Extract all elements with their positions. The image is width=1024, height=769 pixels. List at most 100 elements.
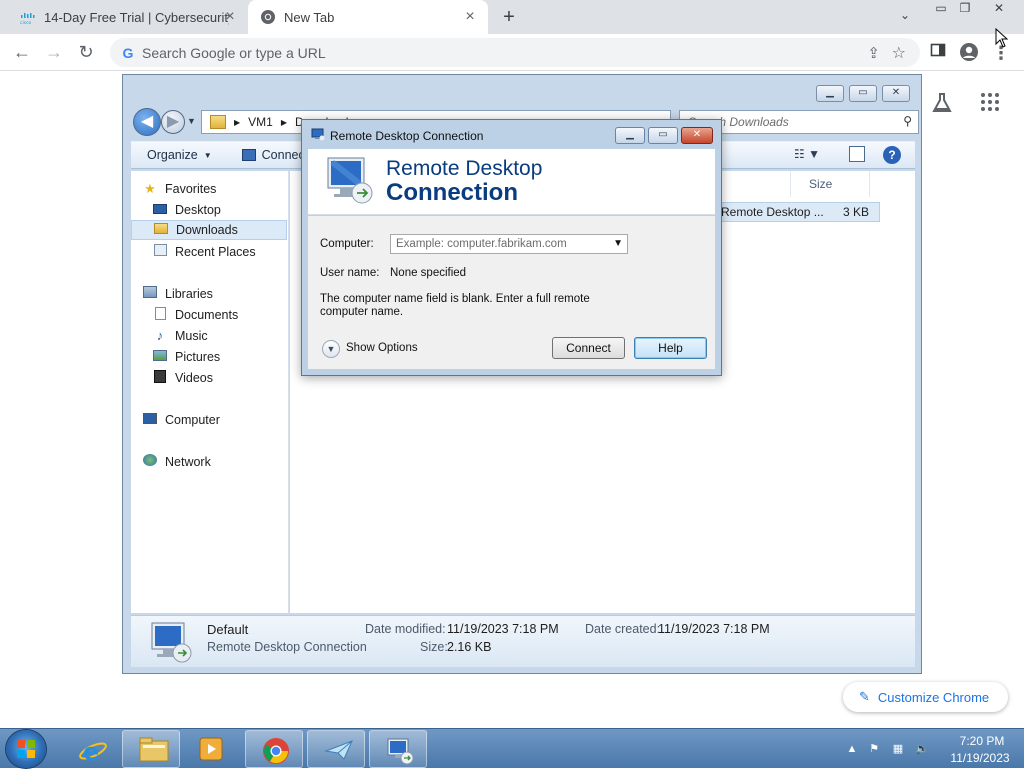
details-pane: Default Remote Desktop Connection Date m… [131,615,915,667]
browser-toolbar: ← → ↻ G Search Google or type a URL ⇪ ☆ … [0,34,1024,71]
svg-text:cisco: cisco [20,20,32,25]
reload-icon[interactable]: ↻ [74,41,98,65]
username-label: User name: [320,267,380,279]
videos-filmstrip-icon [151,370,169,386]
back-arrow-icon[interactable]: ◀ [133,108,161,136]
restore-icon[interactable]: ❐ [950,0,980,18]
minimize-icon[interactable]: ▁ [816,85,844,102]
banner-title-line1: Remote Desktop [386,157,543,180]
windows-logo-icon [17,740,35,758]
share-icon[interactable]: ⇪ [867,44,880,62]
nav-label: Libraries [165,287,213,301]
rdp-small-icon [311,128,325,141]
taskbar-internet-explorer[interactable]: e [62,730,120,768]
paper-plane-icon [324,737,353,763]
organize-menu[interactable]: Organize ▼ [147,148,212,162]
close-icon[interactable]: ✕ [882,85,910,102]
nav-network[interactable]: Network [141,452,297,472]
username-value: None specified [390,267,467,279]
minimize-icon[interactable]: ▁ [615,127,645,144]
computer-combobox[interactable]: Example: computer.fabrikam.com ▼ [390,234,628,254]
connect-button[interactable]: Connect [552,337,625,359]
connect-command[interactable]: Connect [241,148,308,162]
computer-icon [141,412,159,428]
file-size: 3 KB [842,205,869,219]
close-icon[interactable]: ✕ [681,127,713,144]
nav-computer[interactable]: Computer [141,410,297,430]
tab-strip: cisco 14-Day Free Trial | Cybersecurity … [0,0,1024,34]
bookmark-star-icon[interactable]: ☆ [892,43,906,63]
google-apps-grid-icon[interactable] [978,92,1002,116]
details-date-modified-label: Date modified: [365,622,446,636]
side-panel-icon[interactable] [927,42,949,64]
taskbar-file-explorer[interactable] [122,730,180,768]
forward-arrow-icon[interactable]: ▶ [161,110,185,134]
nav-label: Favorites [165,182,217,196]
nav-label: Documents [175,308,239,322]
nav-recent-places[interactable]: Recent Places [151,242,287,262]
details-date-modified: 11/19/2023 7:18 PM [447,622,559,636]
rdp-computer-large-icon [324,155,376,207]
nav-label: Desktop [175,203,221,217]
banner-title-line2: Connection [386,179,518,206]
taskbar-remote-desktop[interactable] [369,730,427,768]
action-center-flag-icon[interactable]: ⚑ [866,741,882,757]
mouse-cursor-icon [995,27,1009,48]
column-header-size[interactable]: Size [790,171,870,197]
clock-date[interactable]: 11/19/2023 [942,751,1018,765]
start-button[interactable] [6,730,46,768]
rdp-small-icon [241,149,256,161]
nav-downloads[interactable]: Downloads [131,220,287,240]
show-hidden-icons-chevron-icon[interactable]: ▲ [844,741,860,757]
close-tab-icon[interactable]: × [222,9,238,25]
taskbar-remote-app[interactable] [307,730,365,768]
customize-chrome-button[interactable]: ✎ Customize Chrome [843,682,1008,712]
help-button[interactable]: Help [634,337,707,359]
tab-title: New Tab [284,9,335,25]
expand-options-chevron-icon[interactable]: ▼ [322,340,340,358]
nav-videos[interactable]: Videos [151,368,287,388]
maximize-icon[interactable]: ▭ [849,85,877,102]
breadcrumb-separator-icon: ▶ [280,117,287,127]
tab-new-tab[interactable]: New Tab × [248,0,488,34]
chrome-labs-flask-icon[interactable] [930,92,954,116]
nav-label: Videos [175,371,213,385]
change-view-icon[interactable]: ☷ ▼ [794,147,820,161]
nav-documents[interactable]: Documents [151,305,287,325]
rdp-computer-large-icon [149,620,193,664]
network-status-icon[interactable]: ▦ [890,741,906,757]
downloads-folder-icon [152,222,170,238]
details-file-name: Default [207,622,249,637]
google-g-icon: G [122,44,134,61]
maximize-icon[interactable]: ▭ [648,127,678,144]
omnibox[interactable]: G Search Google or type a URL ⇪ ☆ [110,38,920,67]
file-row-rdp[interactable]: Remote Desktop ... 3 KB [710,202,880,222]
tab-cybersecurity-trial[interactable]: cisco 14-Day Free Trial | Cybersecurity … [0,0,248,34]
nav-favorites[interactable]: ★ Favorites [141,179,297,199]
forward-icon[interactable]: → [42,41,66,65]
nav-desktop[interactable]: Desktop [151,200,287,220]
tab-title: 14-Day Free Trial | Cybersecurity [44,9,229,25]
nav-music[interactable]: ♪ Music [151,326,287,346]
show-options-label[interactable]: Show Options [346,342,418,354]
clock-time[interactable]: 7:20 PM [952,734,1012,748]
nav-libraries[interactable]: Libraries [141,284,297,304]
nav-pictures[interactable]: Pictures [151,347,287,367]
breadcrumb-vm1[interactable]: VM1 [248,115,273,129]
desktop-icon [151,202,169,218]
volume-muted-icon[interactable]: 🔈 [914,741,930,757]
profile-avatar-icon[interactable] [958,42,980,64]
taskbar-chrome[interactable] [245,730,303,768]
recent-pages-chevron-icon[interactable]: ▼ [187,116,196,126]
close-tab-icon[interactable]: × [462,9,478,25]
chevron-down-icon[interactable]: ▼ [613,235,623,253]
remote-desktop-dialog: Remote Desktop Connection ▁ ▭ ✕ Remote D… [301,119,722,376]
internet-explorer-icon: e [78,736,107,766]
help-icon[interactable]: ? [883,146,901,164]
close-window-icon[interactable]: ✕ [984,0,1014,18]
preview-pane-icon[interactable] [849,146,865,162]
tab-search-chevron-icon[interactable]: ⌄ [896,8,914,26]
new-tab-icon[interactable]: + [498,6,520,28]
back-icon[interactable]: ← [10,41,34,65]
taskbar-media-player[interactable] [182,730,240,768]
